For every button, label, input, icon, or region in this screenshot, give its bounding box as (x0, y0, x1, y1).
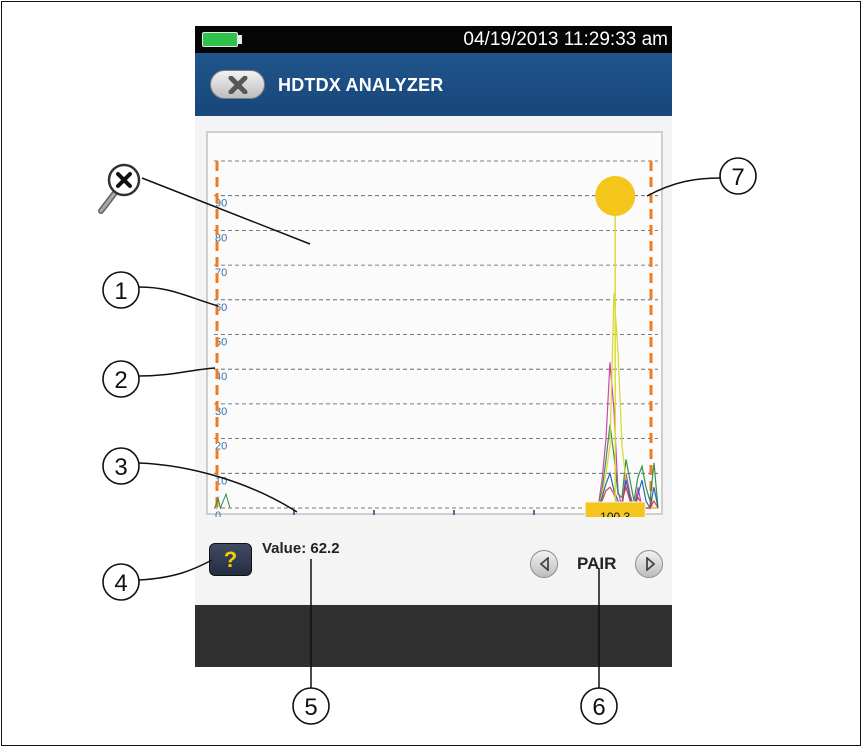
callout-4: 4 (102, 559, 213, 601)
zoom-out-icon[interactable] (98, 163, 141, 214)
callout-7: 7 (646, 157, 757, 197)
callout-5: 5 (292, 559, 330, 725)
callout-3-number: 3 (114, 454, 127, 481)
callout-overlay: 1 2 3 4 5 6 7 (98, 157, 757, 725)
callout-6: 6 (580, 568, 618, 725)
callout-2-number: 2 (114, 367, 127, 394)
callout-3: 3 (102, 447, 298, 513)
callout-1-number: 1 (114, 278, 127, 305)
callout-2: 2 (102, 360, 216, 398)
callout-4-number: 4 (114, 570, 127, 597)
callout-5-number: 5 (304, 694, 317, 721)
callout-zoom-leader (141, 177, 311, 245)
callout-1: 1 (102, 271, 219, 309)
callout-7-number: 7 (731, 164, 744, 191)
callout-6-number: 6 (592, 694, 605, 721)
